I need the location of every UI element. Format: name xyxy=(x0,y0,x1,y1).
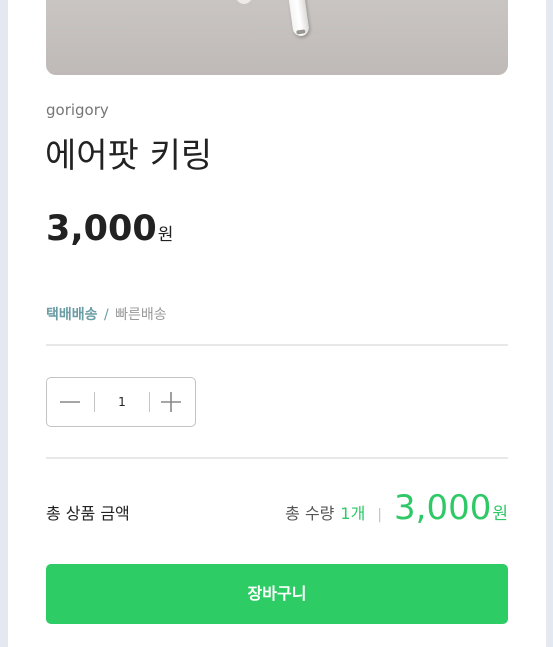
total-quantity-value: 1개 xyxy=(340,504,366,523)
product-image xyxy=(46,0,508,75)
divider xyxy=(46,344,508,346)
product-title: 에어팟 키링 xyxy=(45,136,213,176)
increase-button[interactable] xyxy=(148,378,195,426)
delivery-info: 택배배송 / 빠른배송 xyxy=(46,304,167,324)
quantity-stepper[interactable]: 1 xyxy=(46,377,196,427)
total-price-label: 총 상품 금액 xyxy=(46,504,130,523)
divider xyxy=(46,457,508,459)
delivery-option: 빠른배송 xyxy=(115,307,167,323)
product-price: 3,000원 xyxy=(46,209,173,249)
delivery-method: 택배배송 xyxy=(46,307,98,323)
total-quantity-label: 총 수량 xyxy=(285,504,335,523)
add-to-cart-button[interactable]: 장바구니 xyxy=(46,564,508,624)
delivery-separator: / xyxy=(103,307,109,323)
plus-icon xyxy=(161,392,181,412)
minus-icon xyxy=(60,401,80,403)
total-summary: 총 수량 1개 | 3,000 원 xyxy=(285,488,508,528)
brand-name: gorigory xyxy=(46,101,109,119)
product-detail-card: gorigory 에어팟 키링 3,000원 택배배송 / 빠른배송 1 총 상… xyxy=(8,0,546,647)
airpod-stem-shape xyxy=(288,0,310,37)
total-amount: 3,000 xyxy=(394,488,492,528)
decrease-button[interactable] xyxy=(47,378,94,426)
total-amount-unit: 원 xyxy=(492,504,508,524)
quantity-value[interactable]: 1 xyxy=(95,378,149,426)
airpod-bud-shape xyxy=(236,0,252,4)
price-value: 3,000 xyxy=(46,209,157,249)
price-unit: 원 xyxy=(157,225,174,245)
total-separator: | xyxy=(377,507,383,523)
